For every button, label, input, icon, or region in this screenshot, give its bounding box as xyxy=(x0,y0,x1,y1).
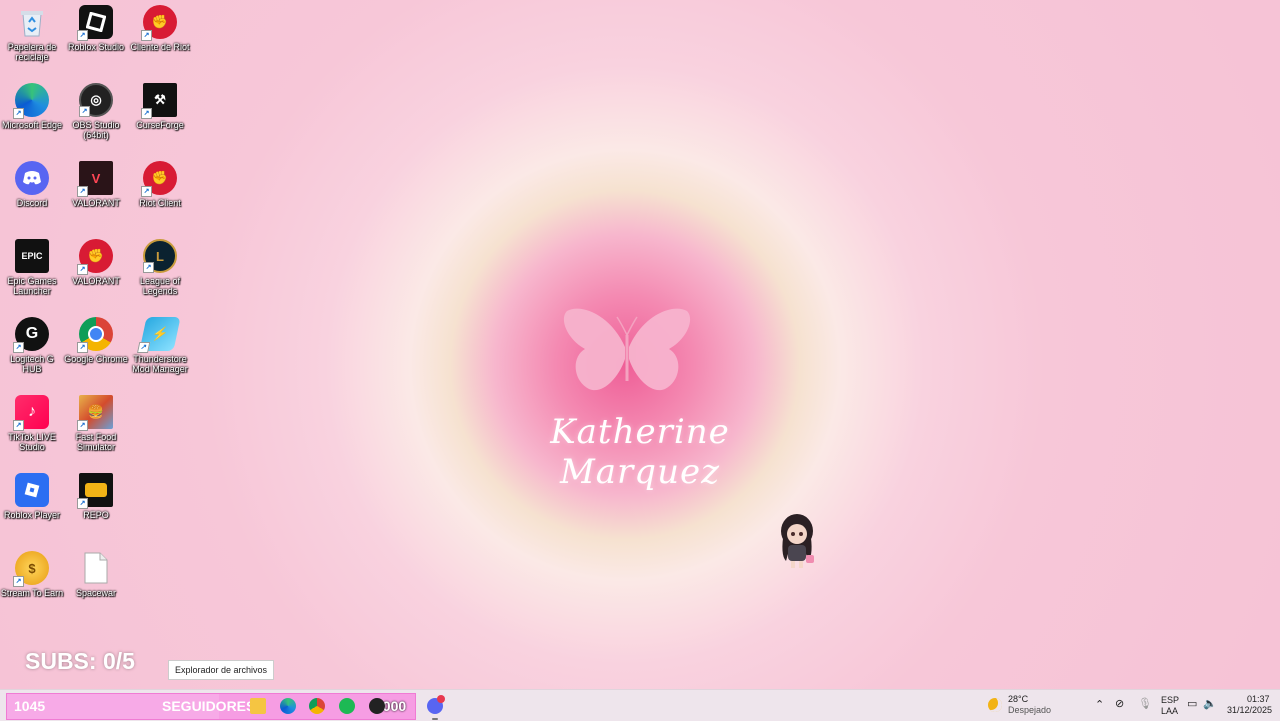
followers-count: 1045 xyxy=(14,698,46,714)
riot-client-icon: ✊ ↗ xyxy=(141,5,177,41)
desktop-icon-label: Thunderstore Mod Manager xyxy=(132,354,188,374)
desktop-icon-edge[interactable]: ↗ Microsoft Edge xyxy=(0,83,64,130)
taskbar-file-explorer-icon[interactable] xyxy=(250,698,266,714)
desktop-icon-thunderstore[interactable]: ⚡ ↗ Thunderstore Mod Manager xyxy=(128,317,192,374)
desktop-icon-label: REPO xyxy=(83,510,109,520)
desktop-icon-obs[interactable]: ◎ ↗ OBS Studio (64bit) xyxy=(64,83,128,140)
desktop-icon-label: Papelera de reciclaje xyxy=(7,42,57,62)
desktop-icon-repo[interactable]: ↗ REPO xyxy=(64,473,128,520)
subs-goal-counter: SUBS: 0/5 xyxy=(25,648,135,674)
desktop-icon-label: OBS Studio (64bit) xyxy=(72,120,120,140)
tooltip: Explorador de archivos xyxy=(168,660,275,680)
desktop-icon-epic-games[interactable]: EPIC Epic Games Launcher xyxy=(0,239,64,296)
file-icon xyxy=(79,551,113,585)
desktop-icon-discord[interactable]: Discord xyxy=(0,161,64,208)
butterfly-icon xyxy=(563,308,691,391)
discord-icon xyxy=(15,161,49,195)
desktop-icon-label: Discord xyxy=(16,198,48,208)
desktop-icon-label: VALORANT xyxy=(72,198,120,208)
valorant-icon: V ↗ xyxy=(77,161,113,197)
wallpaper-signature: Katherine Marquez xyxy=(550,412,730,492)
language-line-2[interactable]: LAA xyxy=(1161,706,1178,716)
desktop-icon-label: TikTok LIVE Studio xyxy=(8,432,56,452)
weather-condition[interactable]: Despejado xyxy=(1008,705,1051,715)
desktop-icon-logitech[interactable]: G ↗ Logitech G HUB xyxy=(0,317,64,374)
chrome-icon: ↗ xyxy=(77,317,113,353)
edge-icon: ↗ xyxy=(13,83,49,119)
desktop-icon-recycle-bin[interactable]: Papelera de reciclaje xyxy=(0,5,64,62)
coin-icon: $ ↗ xyxy=(13,551,49,587)
curseforge-icon: ⚒ ↗ xyxy=(141,83,177,119)
desktop-icon-label: Roblox Studio xyxy=(67,42,125,52)
desktop-icon-cliente-riot[interactable]: ✊ ↗ Cliente de Riot xyxy=(128,5,192,52)
repo-icon: ↗ xyxy=(77,473,113,509)
desktop-icon-valorant[interactable]: V ↗ VALORANT xyxy=(64,161,128,208)
volume-icon[interactable]: 🔈 xyxy=(1203,697,1217,710)
desktop-icon-label: Fast Food Simulator xyxy=(75,432,117,452)
league-icon: L ↗ xyxy=(143,239,177,273)
epic-games-icon: EPIC xyxy=(15,239,49,273)
desktop-icon-riot-client[interactable]: ✊ ↗ Riot Client xyxy=(128,161,192,208)
taskbar-obs-icon[interactable] xyxy=(369,698,385,714)
riot-client-icon: ✊ ↗ xyxy=(141,161,177,197)
network-icon[interactable]: ▭ xyxy=(1187,697,1197,710)
desktop-icon-league[interactable]: L ↗ League of Legends xyxy=(128,239,192,296)
desktop-icon-fast-food[interactable]: 🍔 ↗ Fast Food Simulator xyxy=(64,395,128,452)
desktop-icon-label: Epic Games Launcher xyxy=(7,276,57,296)
desktop-icon-label: CurseForge xyxy=(136,120,184,130)
language-line-1[interactable]: ESP xyxy=(1161,695,1179,705)
weather-moon-icon[interactable] xyxy=(988,698,1002,712)
desktop-icon-chrome[interactable]: ↗ Google Chrome xyxy=(64,317,128,364)
roblox-icon xyxy=(15,473,49,507)
chibi-character-icon xyxy=(781,514,814,568)
chevron-up-icon[interactable]: ⌃ xyxy=(1095,698,1104,711)
taskbar-chrome-icon[interactable] xyxy=(309,698,325,714)
obs-icon: ◎ ↗ xyxy=(79,83,113,117)
microphone-icon[interactable]: 🎙 xyxy=(1138,697,1152,710)
taskbar: 1045 SEGUIDORES 2000 28°C Despejado ⌃ ⊘ … xyxy=(0,689,1280,721)
tiktok-icon: ♪ ↗ xyxy=(13,395,49,431)
desktop-icon-label: Google Chrome xyxy=(64,354,128,364)
followers-label: SEGUIDORES xyxy=(162,698,256,714)
desktop-icon-roblox-player[interactable]: Roblox Player xyxy=(0,473,64,520)
desktop-icon-label: Stream To Earn xyxy=(0,588,64,598)
clock-time[interactable]: 01:37 xyxy=(1247,694,1270,704)
riot-client-icon: ✊ ↗ xyxy=(77,239,113,275)
desktop-icon-stream-to-earn[interactable]: $ ↗ Stream To Earn xyxy=(0,551,64,598)
desktop-icon-curseforge[interactable]: ⚒ ↗ CurseForge xyxy=(128,83,192,130)
desktop-icon-valorant-2[interactable]: ✊ ↗ VALORANT xyxy=(64,239,128,286)
desktop-icon-label: Logitech G HUB xyxy=(10,354,54,374)
game-icon: 🍔 ↗ xyxy=(77,395,113,431)
recycle-bin-icon xyxy=(15,5,49,39)
roblox-studio-icon: ↗ xyxy=(77,5,113,41)
taskbar-spotify-icon[interactable] xyxy=(339,698,355,714)
desktop-icon-label: Cliente de Riot xyxy=(130,42,190,52)
desktop-icon-label: Riot Client xyxy=(139,198,181,208)
desktop-icon-label: Spacewar xyxy=(75,588,117,598)
desktop-icon-label: Roblox Player xyxy=(3,510,61,520)
taskbar-edge-icon[interactable] xyxy=(280,698,296,714)
desktop-icon-roblox-studio[interactable]: ↗ Roblox Studio xyxy=(64,5,128,52)
desktop-icon-label: VALORANT xyxy=(72,276,120,286)
desktop-icon-label: Microsoft Edge xyxy=(1,120,63,130)
logitech-icon: G ↗ xyxy=(13,317,49,353)
desktop-icon-label: League of Legends xyxy=(139,276,181,296)
thunderstore-icon: ⚡ ↗ xyxy=(136,317,181,353)
taskbar-discord-notification-badge xyxy=(437,695,445,703)
desktop-icon-tiktok[interactable]: ♪ ↗ TikTok LIVE Studio xyxy=(0,395,64,452)
weather-temperature[interactable]: 28°C xyxy=(1008,694,1028,704)
clock-date[interactable]: 31/12/2025 xyxy=(1227,705,1272,715)
desktop-icon-spacewar[interactable]: Spacewar xyxy=(64,551,128,598)
eye-off-icon[interactable]: ⊘ xyxy=(1115,697,1124,710)
